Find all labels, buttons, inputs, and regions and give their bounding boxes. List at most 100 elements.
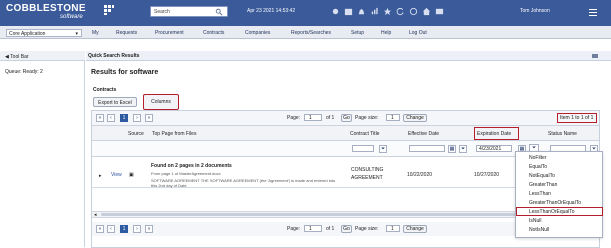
chart-icon[interactable] xyxy=(370,7,379,16)
filter-option-nofilter[interactable]: NoFilter xyxy=(529,155,547,161)
contract-title-filter-input[interactable] xyxy=(352,145,374,152)
view-link[interactable]: View xyxy=(111,172,122,178)
found-pages-text: Found on 2 pages in 2 documents xyxy=(151,163,232,169)
current-datetime: Apr 23 2021 14:53:42 xyxy=(247,8,296,14)
application-select[interactable]: Core Application ▾ xyxy=(6,29,82,37)
menu-procurement[interactable]: Procurement xyxy=(155,30,184,36)
expand-row-icon[interactable]: ▸ xyxy=(99,173,102,179)
previous-page-button-bottom[interactable]: ‹ xyxy=(107,225,115,233)
effective-date-filter-input[interactable] xyxy=(409,145,445,152)
menu-reports-searches[interactable]: Reports/Searches xyxy=(291,30,331,36)
page-label: Page: xyxy=(287,115,301,121)
page-total-bottom: of 1 xyxy=(326,226,335,232)
page-1-button[interactable]: 1 xyxy=(120,114,128,122)
page-size-label-bottom: Page size: xyxy=(355,226,379,232)
calendar-icon[interactable]: ▦ xyxy=(448,145,456,153)
filter-option-lessthanorequalto[interactable]: LessThanOrEqualTo xyxy=(529,209,575,215)
go-button-bottom[interactable]: Go xyxy=(341,225,352,233)
page-size-value-bottom: 1 xyxy=(391,226,394,232)
print-icon[interactable] xyxy=(591,53,599,60)
document-icon: ▣ xyxy=(129,172,134,178)
filter-option-equalto[interactable]: EqualTo xyxy=(529,164,547,170)
panel-title-bar xyxy=(86,51,611,61)
page-total: of 1 xyxy=(326,115,335,121)
search-placeholder: Search xyxy=(154,9,170,15)
column-status-name[interactable]: Status Name xyxy=(548,131,577,137)
next-page-button-bottom[interactable]: › xyxy=(133,225,141,233)
home-icon[interactable] xyxy=(422,7,431,16)
page-number-value-bottom: 1 xyxy=(309,226,312,232)
queue-status: Queue: Ready: 2 xyxy=(5,69,43,75)
column-effective-date[interactable]: Effective Date xyxy=(408,131,439,137)
section-title: Contracts xyxy=(93,87,117,93)
change-page-size-button-bottom[interactable]: Change xyxy=(403,225,427,233)
first-page-button-bottom[interactable]: « xyxy=(96,225,104,233)
last-page-button-bottom[interactable]: » xyxy=(145,225,153,233)
star-icon[interactable] xyxy=(383,7,392,16)
menu-companies[interactable]: Companies xyxy=(245,30,270,36)
scrollbar-thumb[interactable] xyxy=(101,213,523,216)
mail-icon[interactable] xyxy=(435,7,444,16)
menu-setup[interactable]: Setup xyxy=(351,30,364,36)
gear-icon[interactable] xyxy=(331,7,340,16)
scroll-left-icon[interactable]: ◂ xyxy=(94,212,97,218)
chevron-down-icon: ▾ xyxy=(75,31,78,37)
column-expiration-date[interactable]: Expiration Date xyxy=(474,127,519,140)
help-icon[interactable] xyxy=(409,7,418,16)
filter-option-notisnull[interactable]: NotIsNull xyxy=(529,227,549,233)
filter-option-lessthan[interactable]: LessThan xyxy=(529,191,551,197)
first-page-button[interactable]: « xyxy=(96,114,104,122)
brand-title: COBBLESTONE xyxy=(6,3,86,14)
tool-bar-text: Tool Bar xyxy=(10,54,29,60)
application-select-value: Core Application xyxy=(9,31,46,37)
left-panel xyxy=(0,51,85,247)
change-page-size-button[interactable]: Change xyxy=(403,114,427,122)
user-menu-icon[interactable] xyxy=(588,7,598,17)
previous-page-button[interactable]: ‹ xyxy=(107,114,115,122)
columns-button[interactable]: Columns xyxy=(143,94,179,110)
filter-option-notequalto[interactable]: NotEqualTo xyxy=(529,173,555,179)
menu-my[interactable]: My xyxy=(92,30,99,36)
menu-contracts[interactable]: Contracts xyxy=(203,30,224,36)
go-button[interactable]: Go xyxy=(341,114,352,122)
page-number-input[interactable] xyxy=(304,114,322,121)
filter-option-greaterthanorequalto[interactable]: GreaterThanOrEqualTo xyxy=(529,200,581,206)
contract-title-cell: CONSULTING AGREEMENT xyxy=(351,167,384,181)
filter-option-greaterthan[interactable]: GreaterThan xyxy=(529,182,557,188)
refresh-icon[interactable] xyxy=(396,7,405,16)
panel-title: Quick Search Results xyxy=(88,53,140,59)
page-size-label: Page size: xyxy=(355,115,379,121)
search-icon[interactable] xyxy=(215,8,223,16)
page-size-value: 1 xyxy=(391,115,394,121)
results-title: Results for software xyxy=(91,69,159,76)
calendar-icon[interactable] xyxy=(344,7,353,16)
triangle-left-icon: ◀ xyxy=(5,54,9,60)
menu-log-out[interactable]: Log Out xyxy=(409,30,427,36)
column-top-page-from-files[interactable]: Top Page from Files xyxy=(152,131,196,137)
export-to-excel-button[interactable]: Export to Excel xyxy=(93,97,137,107)
page-number-input-bottom[interactable] xyxy=(304,225,322,232)
filter-icon[interactable]: ⏷ xyxy=(459,145,467,153)
column-source[interactable]: Source xyxy=(128,131,144,137)
effective-date-cell: 10/22/2020 xyxy=(407,172,433,178)
document-snippet: SOFTWARE AGREEMENT THE SOFTWARE AGREEMEN… xyxy=(151,178,336,188)
filter-option-isnull[interactable]: IsNull xyxy=(529,218,542,224)
last-page-button[interactable]: » xyxy=(145,114,153,122)
menu-requests[interactable]: Requests xyxy=(116,30,137,36)
tool-bar-label[interactable]: ◀ Tool Bar xyxy=(5,54,29,60)
next-page-button[interactable]: › xyxy=(133,114,141,122)
page-1-button-bottom[interactable]: 1 xyxy=(120,225,128,233)
page-number-value: 1 xyxy=(309,115,312,121)
menu-help[interactable]: Help xyxy=(381,30,391,36)
bell-icon[interactable] xyxy=(357,7,366,16)
filter-icon[interactable]: ⏷ xyxy=(379,145,387,153)
expiration-date-cell: 10/27/2020 xyxy=(474,172,500,178)
user-name[interactable]: Tom Johnson xyxy=(520,8,550,14)
column-contract-title[interactable]: Contract Title xyxy=(350,131,379,137)
brand-logo-icon xyxy=(104,5,114,15)
item-count: Item 1 to 1 of 1 xyxy=(557,113,597,123)
source-document-text: From page 1 of MasterAgreement.docx xyxy=(151,171,221,176)
brand-subtitle: software xyxy=(60,14,83,20)
page-label-bottom: Page: xyxy=(287,226,301,232)
expiration-date-filter-value: 4/23/2021 xyxy=(479,146,502,152)
